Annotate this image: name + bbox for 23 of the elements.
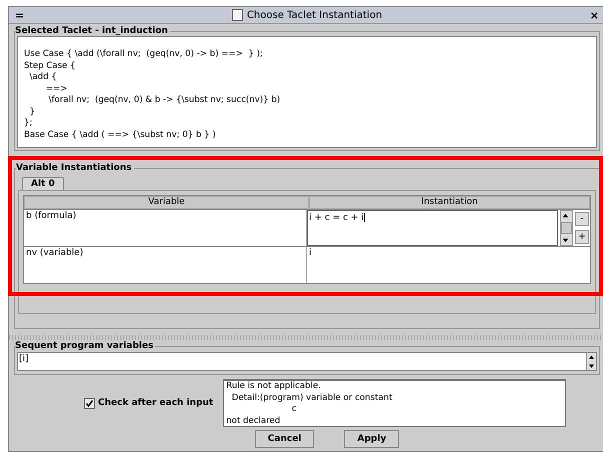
taclet-text-area: Use Case { \add (\forall nv; (geq(nv, 0) -> b) ==> } ); Step Case { \add { ==> \forall nv; (geq(nv, 0) & b -> {\subst nv; succ(nv)} b) } }; Base Case { \add ( ==> {\subst nv; 0} b } )	[17, 36, 597, 148]
group-title: Variable Instantiations	[16, 163, 133, 173]
table-cell: b (formula)	[24, 210, 307, 246]
scroll-bar[interactable]	[560, 210, 573, 246]
window-title: Choose Taclet Instantiation	[246, 10, 382, 20]
remove-button[interactable]: -	[575, 212, 589, 226]
dialog-button[interactable]: Cancel	[254, 430, 314, 448]
tab[interactable]: Alt 0	[22, 177, 64, 190]
add-button[interactable]: +	[575, 230, 589, 244]
checkbox[interactable]	[84, 398, 95, 408]
formula-input-field[interactable]: i + c = c + i	[307, 210, 558, 246]
document-icon	[232, 9, 243, 21]
column-header[interactable]: Variable	[24, 196, 309, 209]
table-cell-text: i	[308, 247, 313, 260]
group-title: Sequent program variables	[15, 341, 154, 351]
window-menu-button[interactable]: =	[15, 8, 24, 22]
close-button[interactable]: ×	[590, 8, 599, 22]
message-area: Rule is not applicable. Detail:(program) variable or constant c not declared	[223, 379, 566, 427]
table-cell: nv (variable)	[24, 247, 307, 283]
dialog-button[interactable]: Apply	[344, 430, 400, 448]
column-header[interactable]: Instantiation	[309, 196, 590, 209]
group-title: Selected Taclet - int_induction	[15, 26, 169, 36]
checkbox-label[interactable]: Check after each input	[98, 398, 214, 408]
